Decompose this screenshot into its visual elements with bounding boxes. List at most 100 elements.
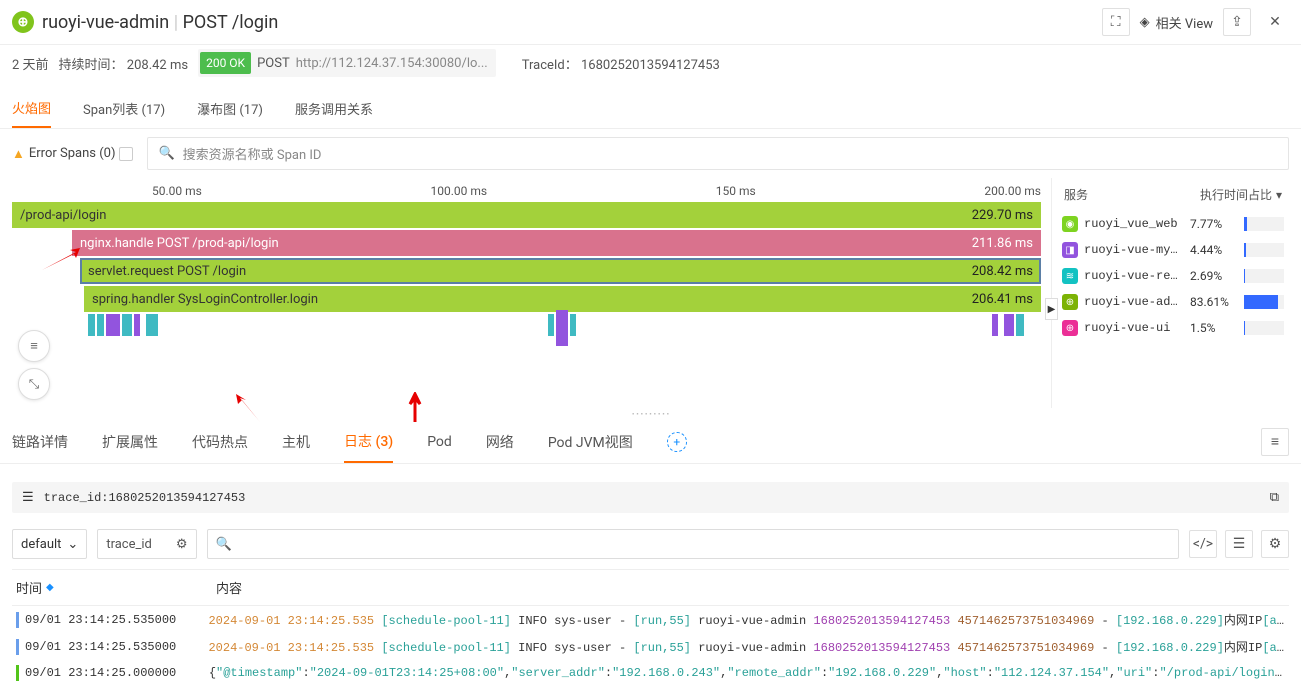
- service-row[interactable]: ≋ ruoyi-vue-re... 2.69%: [1060, 263, 1286, 289]
- btab-logs[interactable]: 日志 (3): [344, 420, 393, 463]
- collapse-button[interactable]: ⤡: [18, 368, 50, 400]
- flame-block[interactable]: [548, 314, 554, 336]
- service-name: ruoyi-vue-re...: [1084, 269, 1184, 283]
- related-view-button[interactable]: ◈ 相关 View: [1140, 13, 1213, 32]
- col-time[interactable]: 时间 ◆: [16, 578, 216, 597]
- tick-2: 100.00 ms: [431, 184, 488, 198]
- col-content[interactable]: 内容: [216, 578, 1285, 597]
- span-bar-3[interactable]: spring.handler SysLoginController.login …: [84, 286, 1041, 312]
- flame-block[interactable]: [992, 314, 998, 336]
- gear-icon[interactable]: ⚙: [176, 537, 188, 552]
- error-spans-checkbox[interactable]: [119, 147, 133, 161]
- resize-handle[interactable]: ⋯⋯⋯: [0, 408, 1301, 420]
- btab-pod[interactable]: Pod: [427, 420, 452, 463]
- flame-block[interactable]: [146, 314, 158, 336]
- filter-chip[interactable]: trace_id ⚙: [97, 529, 196, 559]
- flame-block[interactable]: [106, 314, 120, 336]
- open-external-icon[interactable]: ⧉: [1270, 490, 1279, 505]
- log-level: INFO: [518, 641, 547, 655]
- flame-block[interactable]: [88, 314, 95, 336]
- log-logger: sys-user: [554, 614, 612, 628]
- chevron-down-icon[interactable]: ▾: [1276, 188, 1282, 202]
- span-blocks: [88, 314, 1031, 340]
- tab-waterfall[interactable]: 瀑布图 (17): [197, 89, 263, 128]
- log-level: INFO: [518, 614, 547, 628]
- log-time: 09/01 23:14:25.000000: [25, 666, 176, 680]
- sort-icon[interactable]: ◆: [46, 582, 54, 593]
- row-marker: [16, 639, 19, 655]
- settings-icon[interactable]: ⚙: [1261, 530, 1289, 558]
- span-bar-0[interactable]: /prod-api/login 229.70 ms: [12, 202, 1041, 228]
- tab-service-relation[interactable]: 服务调用关系: [295, 89, 373, 128]
- flame-block[interactable]: [97, 314, 104, 336]
- btab-trace-detail[interactable]: 链路详情: [12, 420, 68, 463]
- service-name: ruoyi-vue-my...: [1084, 243, 1184, 257]
- default-select[interactable]: default ⌄: [12, 529, 87, 559]
- btab-network[interactable]: 网络: [486, 420, 514, 463]
- flame-block[interactable]: [1016, 314, 1024, 336]
- log-row[interactable]: 09/01 23:14:25.535000 2024-09-01 23:14:2…: [12, 633, 1289, 660]
- flame-block[interactable]: [556, 310, 568, 346]
- span-duration: 206.41 ms: [972, 292, 1033, 307]
- service-row[interactable]: ◨ ruoyi-vue-my... 4.44%: [1060, 237, 1286, 263]
- sub-header: 2 天前 持续时间： 208.42 ms 200 OK POST http://…: [0, 45, 1301, 89]
- http-path: /login: [232, 12, 279, 33]
- log-ad: [admin...: [1262, 614, 1285, 628]
- service-icon: ◉: [1062, 216, 1078, 232]
- span-duration: 229.70 ms: [972, 208, 1033, 223]
- btab-host[interactable]: 主机: [282, 420, 310, 463]
- btab-ext-attrs[interactable]: 扩展属性: [102, 420, 158, 463]
- span-label: nginx.handle POST /prod-api/login: [80, 236, 279, 251]
- service-pct: 83.61%: [1190, 295, 1238, 309]
- span-bar-2-selected[interactable]: servlet.request POST /login 208.42 ms: [80, 258, 1041, 284]
- pill-method: POST: [257, 56, 290, 71]
- log-content-cell: {"@timestamp":"2024-09-01T23:14:25+08:00…: [209, 666, 1285, 680]
- fullscreen-icon[interactable]: ⛶: [1102, 8, 1130, 36]
- panel-settings-icon[interactable]: ≡: [1261, 428, 1289, 456]
- service-row[interactable]: ◉ ruoyi_vue_web 7.77%: [1060, 211, 1286, 237]
- log-svc: ruoyi-vue-admin: [698, 641, 806, 655]
- error-spans-toggle[interactable]: ▲ Error Spans (0): [12, 146, 133, 162]
- service-name: ruoyi-vue-ad...: [1084, 295, 1184, 309]
- tab-flame[interactable]: 火焰图: [12, 89, 51, 128]
- flame-block[interactable]: [122, 314, 132, 336]
- close-icon[interactable]: ✕: [1261, 8, 1289, 36]
- tab-span-list[interactable]: Span列表 (17): [83, 89, 165, 128]
- add-tab-button[interactable]: +: [667, 432, 687, 452]
- log-time: 09/01 23:14:25.535000: [25, 613, 176, 627]
- service-icon: ⊕: [1062, 294, 1078, 310]
- flame-block[interactable]: [570, 314, 576, 336]
- service-pct: 4.44%: [1190, 243, 1238, 257]
- list-view-icon[interactable]: ☰: [1225, 530, 1253, 558]
- time-axis: 50.00 ms 100.00 ms 150 ms 200.00 ms: [12, 178, 1041, 202]
- span-bar-1[interactable]: nginx.handle POST /prod-api/login 211.86…: [72, 230, 1041, 256]
- code-view-icon[interactable]: </>: [1189, 530, 1217, 558]
- log-thread: [schedule-pool-11]: [381, 614, 511, 628]
- log-content-cell: 2024-09-01 23:14:25.535 [schedule-pool-1…: [208, 638, 1285, 655]
- btab-hotspots[interactable]: 代码热点: [192, 420, 248, 463]
- search-input[interactable]: 🔍 搜索资源名称或 Span ID: [147, 137, 1289, 170]
- service-row[interactable]: ⊕ ruoyi-vue-ui 1.5%: [1060, 315, 1286, 341]
- menu-toggle-button[interactable]: ≡: [18, 330, 50, 362]
- header-title-area: ⊕ ruoyi-vue-admin | POST /login: [12, 11, 278, 33]
- flame-chart[interactable]: 50.00 ms 100.00 ms 150 ms 200.00 ms /pro…: [0, 178, 1051, 408]
- log-row[interactable]: 09/01 23:14:25.000000 {"@timestamp":"202…: [12, 660, 1289, 686]
- tick-1: 50.00 ms: [152, 184, 202, 198]
- flame-block[interactable]: [1004, 314, 1014, 336]
- services-panel: 服务 执行时间占比 ▾ ◉ ruoyi_vue_web 7.77% ◨ ruoy…: [1051, 178, 1294, 408]
- flame-panel: 50.00 ms 100.00 ms 150 ms 200.00 ms /pro…: [0, 178, 1051, 408]
- log-search-input[interactable]: 🔍: [207, 529, 1179, 559]
- status-badge: 200 OK: [200, 52, 251, 74]
- search-icon: 🔍: [158, 146, 174, 161]
- panel-collapse-arrow[interactable]: ▶: [1045, 298, 1058, 320]
- main-content: 50.00 ms 100.00 ms 150 ms 200.00 ms /pro…: [0, 178, 1301, 408]
- traceid-label: TraceId：: [522, 58, 578, 73]
- service-icon: ≋: [1062, 268, 1078, 284]
- pill-url: http://112.124.37.154:30080/lo...: [296, 56, 488, 71]
- btab-jvm[interactable]: Pod JVM视图: [548, 420, 633, 463]
- app-icon: ⊕: [12, 11, 34, 33]
- log-cons: [192.168.0.229]: [1116, 641, 1224, 655]
- export-icon[interactable]: ⇪: [1223, 8, 1251, 36]
- flame-block[interactable]: [134, 314, 140, 336]
- service-row[interactable]: ⊕ ruoyi-vue-ad... 83.61%: [1060, 289, 1286, 315]
